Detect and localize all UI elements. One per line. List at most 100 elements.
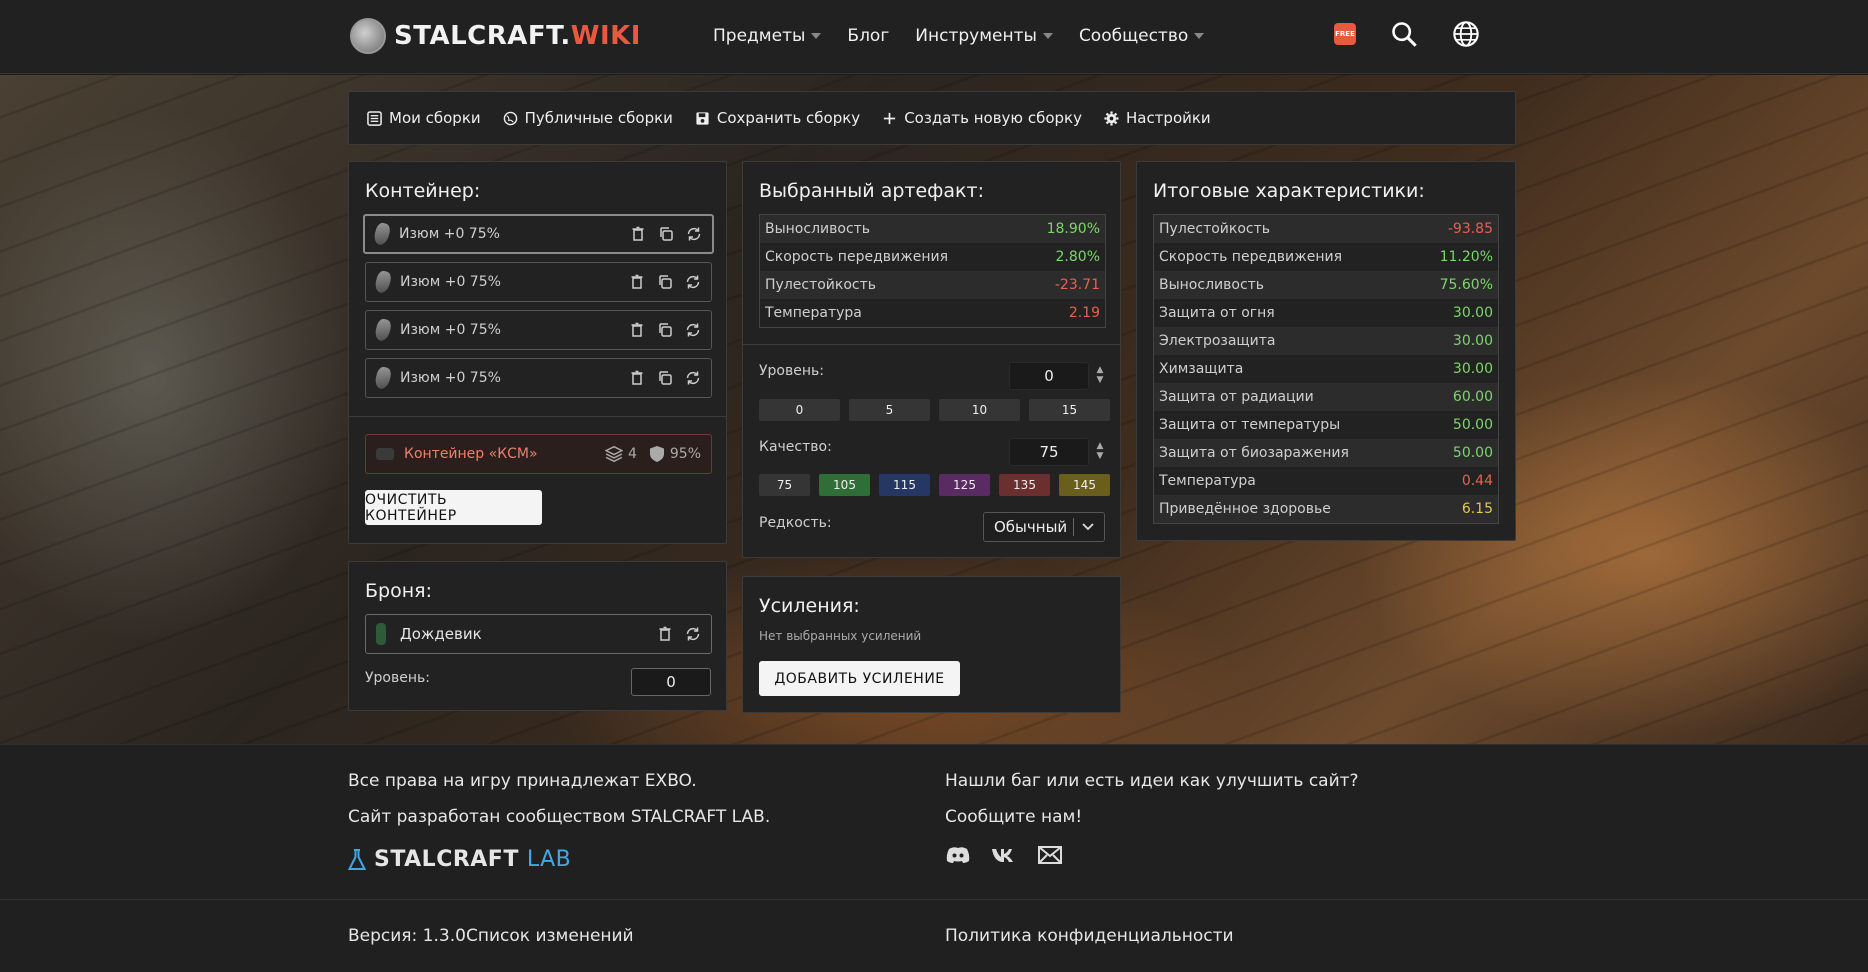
- stat-row: Химзащита 30.00: [1159, 361, 1493, 377]
- free-badge[interactable]: FREE: [1334, 23, 1356, 45]
- nav-tools[interactable]: Инструменты: [915, 22, 1053, 50]
- quality-preset[interactable]: 105: [819, 474, 870, 496]
- save-build-button[interactable]: Сохранить сборку: [695, 109, 860, 127]
- stat-row: Электрозащита 30.00: [1154, 327, 1498, 355]
- clear-container-button[interactable]: ОЧИСТИТЬ КОНТЕЙНЕР: [365, 490, 542, 525]
- armor-level-label: Уровень:: [365, 670, 430, 686]
- container-protection: 95%: [669, 446, 701, 462]
- container-panel: Контейнер: Изюм +0 75% Изюм +0 75% Изюм …: [348, 161, 727, 544]
- quality-preset[interactable]: 145: [1059, 474, 1110, 496]
- logo-text: STALCRAFT.WIKI: [394, 21, 641, 51]
- artifact-slot-1[interactable]: Изюм +0 75%: [363, 214, 714, 254]
- copy-icon[interactable]: [657, 370, 673, 386]
- list-icon: [367, 110, 382, 126]
- search-icon[interactable]: [1390, 20, 1418, 48]
- level-input[interactable]: 0: [1009, 362, 1089, 390]
- site-logo[interactable]: STALCRAFT.WIKI: [350, 18, 641, 54]
- copy-icon[interactable]: [657, 322, 673, 338]
- stat-row: Температура 0.44: [1159, 473, 1493, 489]
- my-builds-button[interactable]: Мои сборки: [367, 109, 481, 127]
- level-preset[interactable]: 15: [1029, 399, 1110, 421]
- level-preset[interactable]: 5: [849, 399, 930, 421]
- rarity-label: Редкость:: [759, 515, 832, 531]
- swap-icon[interactable]: [685, 322, 701, 338]
- copy-icon[interactable]: [658, 226, 674, 242]
- totals-title: Итоговые характеристики:: [1153, 180, 1425, 202]
- trash-icon[interactable]: [629, 370, 645, 386]
- quality-input[interactable]: 75: [1009, 438, 1089, 466]
- trash-icon[interactable]: [629, 274, 645, 290]
- footer-bug-question: Нашли баг или есть идеи как улучшить сай…: [945, 771, 1359, 791]
- armor-name: Дождевик: [400, 625, 482, 643]
- totals-panel: Итоговые характеристики: Пулестойкость -9…: [1136, 161, 1516, 541]
- build-toolbar: Мои сборки Публичные сборки Сохранить сб…: [348, 91, 1516, 145]
- settings-button[interactable]: Настройки: [1104, 109, 1211, 127]
- add-boost-button[interactable]: ДОБАВИТЬ УСИЛЕНИЕ: [759, 661, 960, 696]
- nav-community[interactable]: Сообщество: [1079, 22, 1205, 50]
- public-builds-label: Публичные сборки: [524, 109, 673, 127]
- rarity-value: Обычный: [994, 518, 1068, 536]
- quality-spinner[interactable]: ▲ ▼: [1095, 441, 1105, 461]
- artifact-title: Выбранный артефакт:: [759, 180, 984, 202]
- my-builds-label: Мои сборки: [389, 109, 481, 127]
- quality-preset[interactable]: 115: [879, 474, 930, 496]
- quality-preset[interactable]: 135: [999, 474, 1050, 496]
- copy-icon[interactable]: [657, 274, 673, 290]
- totals-stats: Пулестойкость -93.85 Скорость передвижени…: [1153, 214, 1499, 524]
- armor-slot[interactable]: Дождевик: [365, 614, 712, 654]
- container-name: Контейнер «КСМ»: [404, 446, 538, 462]
- artifact-slot-4[interactable]: Изюм +0 75%: [365, 358, 712, 398]
- level-preset[interactable]: 0: [759, 399, 840, 421]
- stat-row: Выносливость 75.60%: [1154, 271, 1498, 299]
- level-preset[interactable]: 10: [939, 399, 1020, 421]
- social-links: [945, 844, 1063, 866]
- stat-row: Пулестойкость -23.71: [760, 271, 1105, 299]
- stat-row: Скорость передвижения 2.80%: [765, 249, 1100, 265]
- swap-icon[interactable]: [686, 226, 702, 242]
- privacy-link[interactable]: Политика конфиденциальности: [945, 926, 1234, 946]
- stat-row: Скорость передвижения 11.20%: [1159, 249, 1493, 265]
- quality-presets: 75 105 115 125 135 145: [759, 474, 1110, 496]
- stalcraft-lab-logo[interactable]: STALCRAFT LAB: [348, 847, 571, 872]
- boosts-title: Усиления:: [759, 595, 860, 617]
- artifact-slot-3[interactable]: Изюм +0 75%: [365, 310, 712, 350]
- save-build-label: Сохранить сборку: [716, 109, 861, 127]
- public-builds-button[interactable]: Публичные сборки: [503, 109, 673, 127]
- trash-icon[interactable]: [630, 226, 646, 242]
- rarity-select[interactable]: Обычный: [983, 512, 1105, 542]
- changelog-link[interactable]: Список изменений: [466, 926, 634, 946]
- artifact-slot-2[interactable]: Изюм +0 75%: [365, 262, 712, 302]
- new-build-button[interactable]: Создать новую сборку: [882, 109, 1082, 127]
- quality-preset[interactable]: 75: [759, 474, 810, 496]
- container-selector[interactable]: Контейнер «КСМ» 4 95%: [365, 434, 712, 474]
- armor-level-input[interactable]: 0: [631, 668, 711, 696]
- swap-icon[interactable]: [685, 274, 701, 290]
- artifact-panel: Выбранный артефакт: Выносливость 18.90% С…: [742, 161, 1121, 558]
- plus-icon: [884, 112, 896, 124]
- trash-icon[interactable]: [629, 322, 645, 338]
- level-label: Уровень:: [759, 363, 824, 379]
- trash-icon[interactable]: [657, 626, 673, 642]
- footer: Все права на игру принадлежат EXBO. Сайт…: [0, 744, 1868, 899]
- layers-icon: [604, 445, 623, 463]
- logo-globe-icon: [350, 18, 386, 54]
- footer-bottom: Версия: 1.3.0 Список изменений Политика …: [0, 899, 1868, 972]
- quality-preset[interactable]: 125: [939, 474, 990, 496]
- container-title: Контейнер:: [365, 180, 481, 202]
- site-header: STALCRAFT.WIKI Предметы Блог Инструменты…: [0, 0, 1868, 74]
- stat-row: Защита от температуры 50.00: [1159, 417, 1493, 433]
- artifact-stats: Выносливость 18.90% Скорость передвижения…: [759, 214, 1106, 328]
- swap-icon[interactable]: [685, 370, 701, 386]
- vk-icon[interactable]: [991, 844, 1017, 866]
- lab-logo-accent: LAB: [526, 847, 572, 872]
- level-spinner[interactable]: ▲ ▼: [1095, 365, 1105, 385]
- globe-icon[interactable]: [1452, 20, 1480, 48]
- nav-blog[interactable]: Блог: [847, 22, 889, 50]
- container-capacity: 4: [627, 446, 637, 462]
- nav-items[interactable]: Предметы: [713, 22, 822, 50]
- footer-tell-us: Сообщите нам!: [945, 807, 1083, 827]
- level-presets: 0 5 10 15: [759, 399, 1110, 421]
- discord-icon[interactable]: [945, 844, 971, 866]
- mail-icon[interactable]: [1037, 844, 1063, 866]
- swap-icon[interactable]: [685, 626, 701, 642]
